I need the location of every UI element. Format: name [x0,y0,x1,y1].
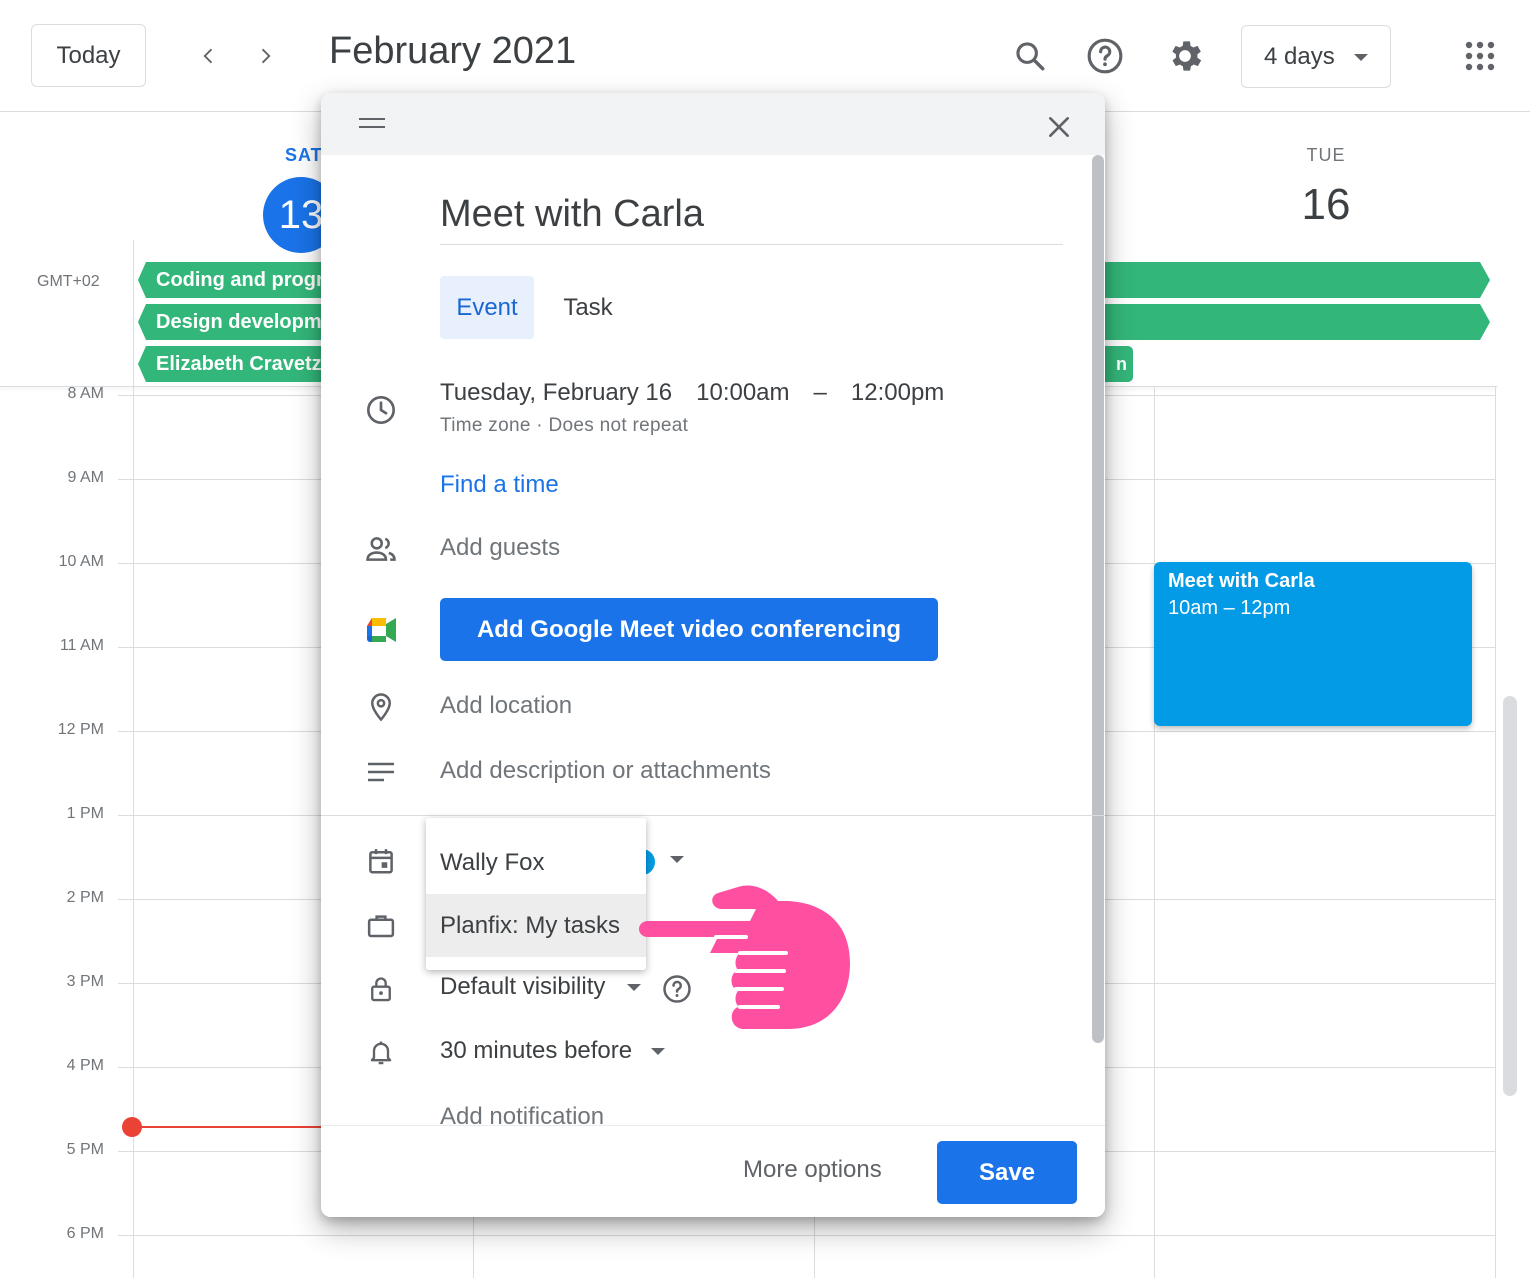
notification-select[interactable]: 30 minutes before [440,1037,632,1065]
more-options-button[interactable]: More options [743,1156,882,1184]
time-dash: – [813,379,827,406]
pointing-hand-icon [638,883,850,1031]
people-icon [361,529,401,569]
save-button[interactable]: Save [937,1141,1077,1204]
lock-icon [361,969,401,1009]
location-pin-icon [361,687,401,727]
calendar-icon [361,841,401,881]
grid-event-meet-with-carla[interactable]: Meet with Carla 10am – 12pm [1154,562,1472,726]
google-meet-icon [361,610,401,650]
add-description-field[interactable]: Add description or attachments [440,757,771,785]
briefcase-icon [361,906,401,946]
event-quick-create-dialog: Meet with Carla Event Task Tuesday, Febr… [321,93,1105,1217]
calendar-dropdown-menu: Wally Fox Planfix: My tasks [426,818,646,970]
dialog-footer: More options Save [321,1125,1105,1217]
menu-item-calendar-highlighted[interactable]: Planfix: My tasks [426,894,646,957]
search-icon[interactable] [1008,34,1052,78]
description-lines-icon [361,752,401,792]
gear-icon[interactable] [1163,34,1207,78]
allday-event[interactable]: Coding and progra [138,262,328,298]
hour-label: 12 PM [57,721,104,738]
allday-event-continuation[interactable] [1100,262,1490,298]
day-column-divider [1495,387,1496,1278]
add-location-field[interactable]: Add location [440,692,572,720]
find-a-time-link[interactable]: Find a time [440,471,559,499]
chevron-right-icon[interactable] [245,36,285,76]
hour-label: 8 AM [67,385,104,402]
current-time-dot [122,1117,142,1137]
bell-icon [361,1032,401,1072]
event-time: 10am – 12pm [1168,597,1291,619]
day-of-week: TUE [1306,145,1346,165]
help-icon[interactable] [1083,34,1127,78]
day-column-divider [1154,387,1155,1278]
event-title: Meet with Carla [1168,570,1315,592]
dialog-scrollbar[interactable] [1092,155,1104,1043]
allday-event-continuation[interactable] [1100,304,1490,340]
caret-down-icon[interactable] [651,1048,665,1055]
section-divider [321,815,1105,816]
close-icon[interactable] [1039,107,1079,147]
tab-event[interactable]: Event [440,276,534,339]
view-selector[interactable]: 4 days [1241,25,1391,88]
hour-label: 3 PM [66,973,104,990]
hour-label: 5 PM [66,1141,104,1158]
day-number[interactable]: 16 [1276,180,1376,230]
clock-icon [361,390,401,430]
allday-event[interactable]: Design developme [138,304,328,340]
current-time-line [132,1126,332,1128]
caret-down-icon[interactable] [670,856,684,863]
event-date[interactable]: Tuesday, February 16 [440,379,672,406]
hour-label: 6 PM [66,1225,104,1242]
hour-label: 10 AM [58,553,104,570]
hour-gridline [118,1235,1496,1236]
apps-grid-icon[interactable] [1458,34,1502,78]
dialog-drag-bar[interactable] [321,93,1105,155]
event-datetime[interactable]: Tuesday, February 16 10:00am –12:00pm [440,379,968,407]
hour-label: 9 AM [67,469,104,486]
timezone-repeat-link[interactable]: Time zone · Does not repeat [440,415,688,437]
add-guests-field[interactable]: Add guests [440,534,560,562]
event-end-time[interactable]: 12:00pm [851,379,944,406]
hour-label: 11 AM [59,637,104,654]
drag-handle-icon[interactable] [359,118,385,130]
menu-item-calendar[interactable]: Wally Fox [426,831,646,894]
hour-label: 1 PM [66,805,104,822]
hour-label: 4 PM [66,1057,104,1074]
caret-down-icon [1354,54,1368,61]
event-title-input[interactable]: Meet with Carla [440,193,1063,245]
hour-label: 2 PM [66,889,104,906]
allday-event[interactable]: Elizabeth Cravetz [138,346,328,382]
chevron-left-icon[interactable] [189,36,229,76]
today-button[interactable]: Today [31,24,146,87]
month-title: February 2021 [329,30,577,72]
tab-task[interactable]: Task [551,276,625,339]
add-google-meet-button[interactable]: Add Google Meet video conferencing [440,598,938,661]
timezone-label: GMT+02 [37,273,100,290]
event-start-time[interactable]: 10:00am [696,379,789,406]
visibility-select[interactable]: Default visibility [440,973,605,1001]
day-header-tue[interactable]: TUE 16 [1276,145,1376,230]
page-scrollbar[interactable] [1503,696,1517,1096]
view-selector-label: 4 days [1264,42,1335,70]
